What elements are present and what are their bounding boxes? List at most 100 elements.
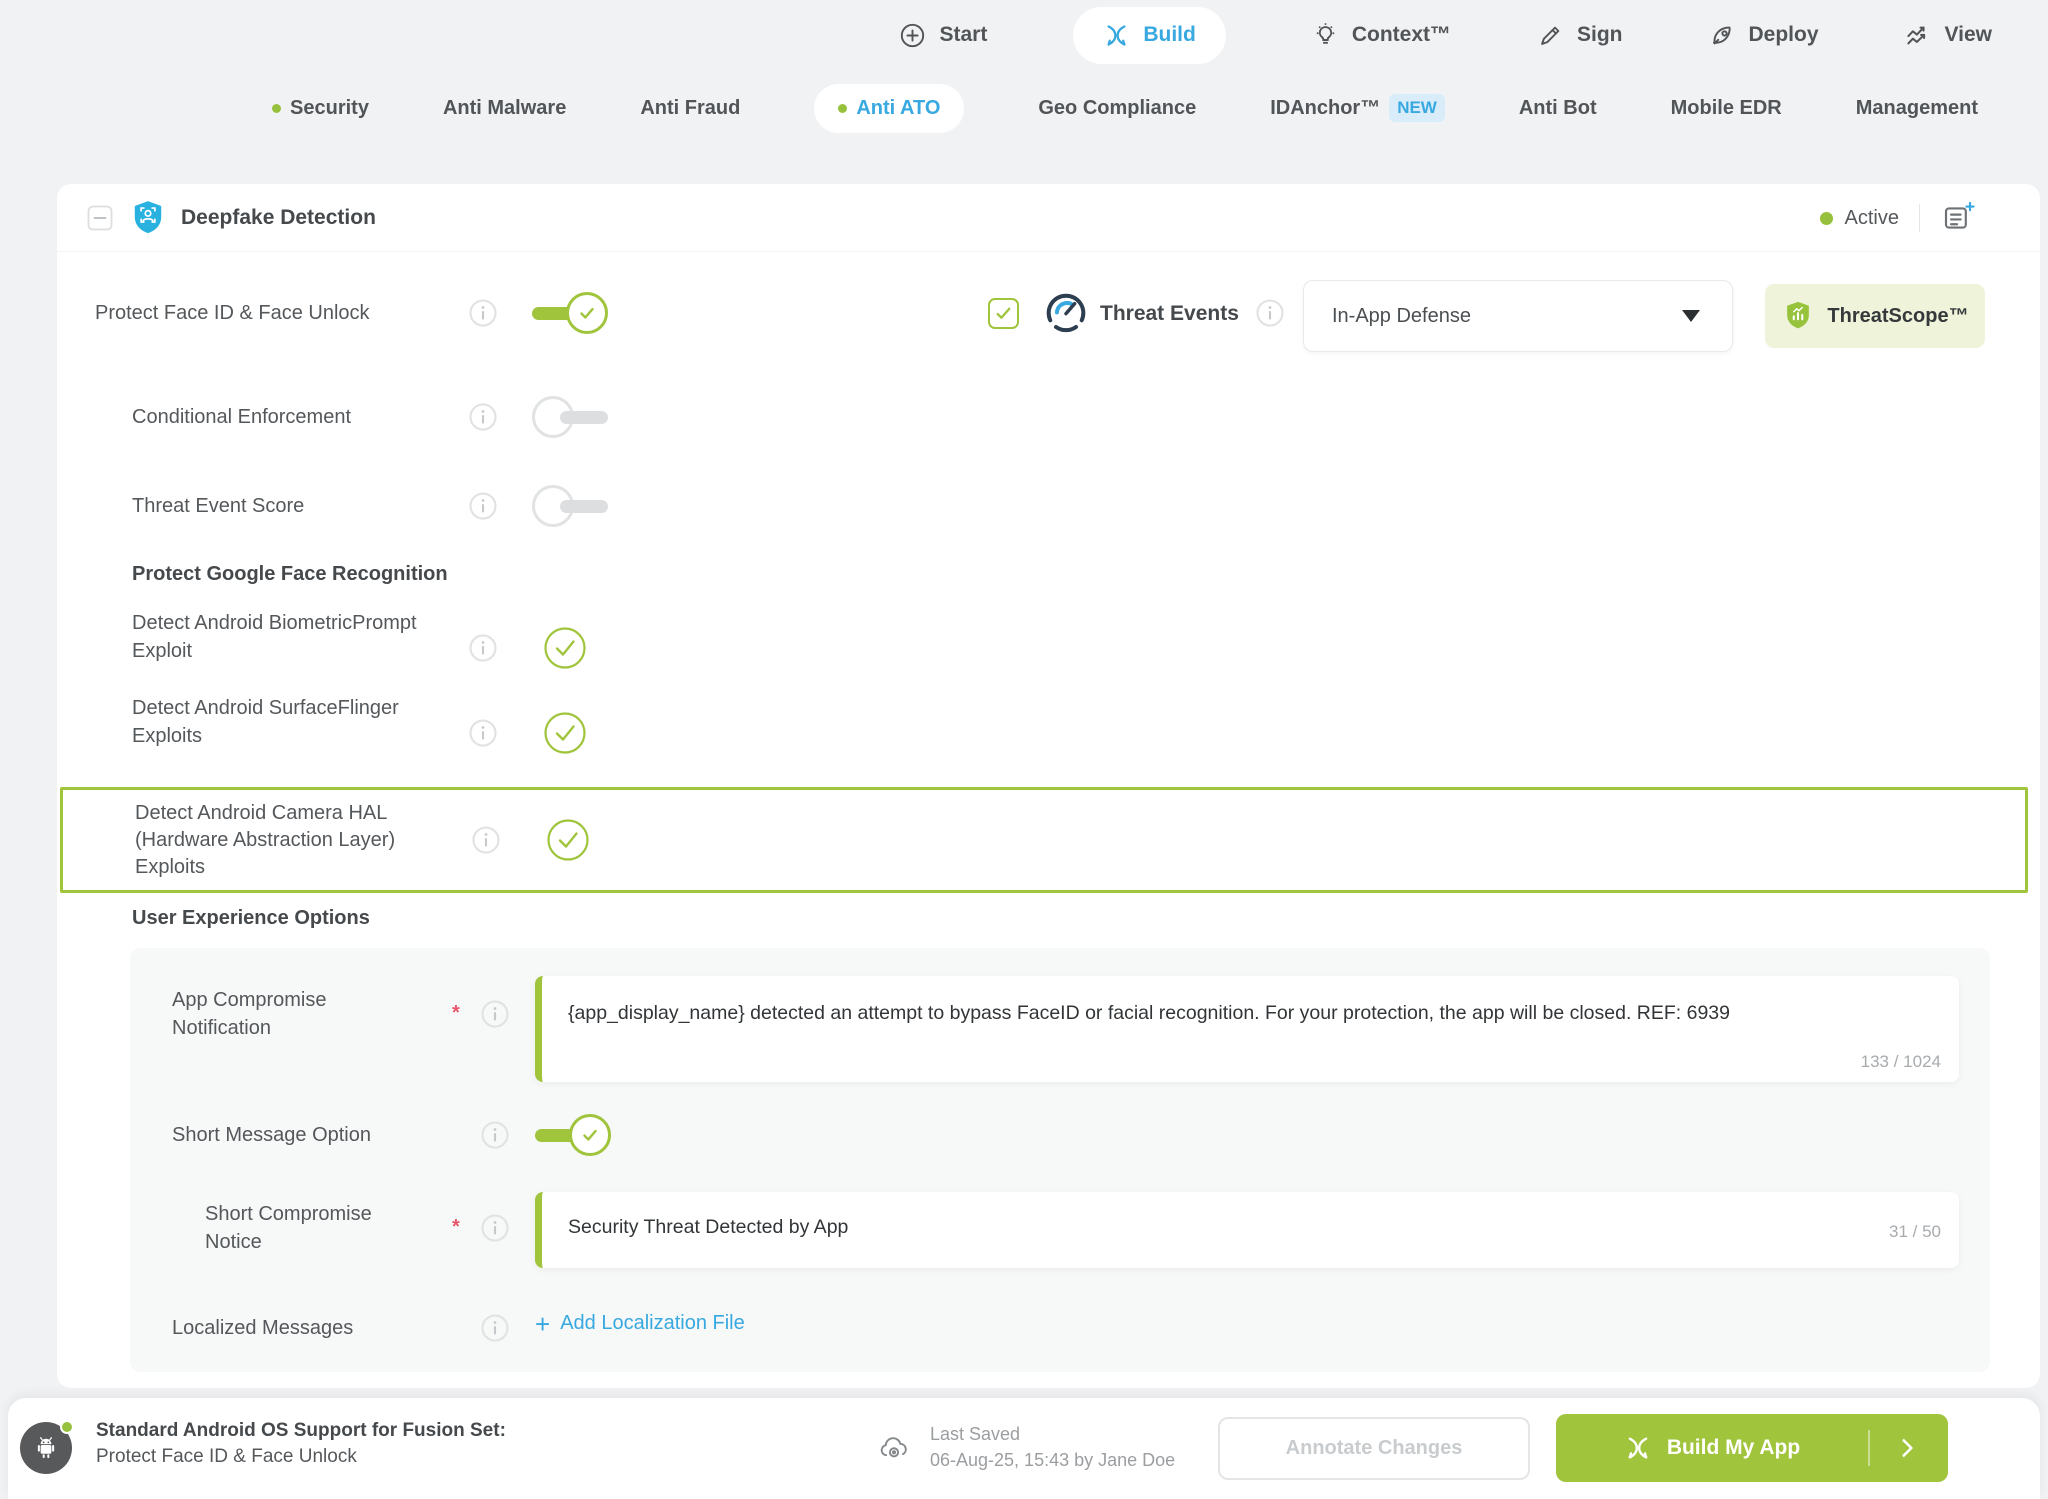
short-message-toggle[interactable] bbox=[535, 1114, 611, 1156]
app-compromise-field: {app_display_name} detected an attempt t… bbox=[535, 976, 1959, 1082]
plus-icon: + bbox=[535, 1313, 550, 1335]
nav-label: Deploy bbox=[1749, 23, 1819, 47]
detect-surfaceflinger-check[interactable] bbox=[544, 712, 586, 754]
threat-event-score-label: Threat Event Score bbox=[132, 493, 304, 520]
annotate-changes-button[interactable]: Annotate Changes bbox=[1218, 1417, 1530, 1480]
deepfake-shield-icon bbox=[129, 199, 167, 237]
char-counter: 133 / 1024 bbox=[1861, 1052, 1941, 1072]
info-icon[interactable] bbox=[468, 633, 498, 663]
divider bbox=[1919, 204, 1920, 232]
trend-icon bbox=[1905, 22, 1932, 49]
detect-camera-hal-row-highlighted: Detect Android Camera HAL (Hardware Abst… bbox=[60, 787, 2028, 893]
android-icon bbox=[31, 1433, 61, 1463]
nav-item-view[interactable]: View bbox=[1905, 22, 1992, 49]
add-note-icon[interactable] bbox=[1940, 200, 1976, 236]
nav-label: View bbox=[1945, 23, 1992, 47]
subnav-label: Anti ATO bbox=[856, 97, 940, 120]
subnav-item-anti-fraud[interactable]: Anti Fraud bbox=[640, 97, 740, 120]
detect-biometricprompt-check[interactable] bbox=[544, 627, 586, 669]
android-active-dot bbox=[60, 1420, 74, 1434]
short-compromise-field: 31 / 50 bbox=[535, 1192, 1959, 1268]
cloud-saved-icon bbox=[876, 1430, 912, 1466]
threatscope-button[interactable]: ThreatScope™ bbox=[1765, 284, 1985, 348]
new-badge: NEW bbox=[1389, 94, 1445, 122]
subnav-item-anti-bot[interactable]: Anti Bot bbox=[1519, 97, 1597, 120]
info-icon[interactable] bbox=[468, 718, 498, 748]
toggle-bar bbox=[560, 411, 608, 424]
app-compromise-textarea[interactable]: {app_display_name} detected an attempt t… bbox=[568, 1002, 1799, 1048]
subnav-label: Mobile EDR bbox=[1671, 97, 1782, 120]
char-counter: 31 / 50 bbox=[1889, 1222, 1941, 1242]
short-compromise-input[interactable] bbox=[568, 1216, 1809, 1239]
nav-label: Build bbox=[1143, 23, 1196, 47]
detect-camera-hal-label: Detect Android Camera HAL (Hardware Abst… bbox=[135, 800, 465, 881]
pen-icon bbox=[1537, 22, 1564, 49]
fusion-set-subtitle: Protect Face ID & Face Unlock bbox=[96, 1446, 357, 1468]
active-dot bbox=[272, 104, 281, 113]
info-icon[interactable] bbox=[480, 999, 510, 1029]
toggle-knob bbox=[566, 292, 608, 334]
info-icon[interactable] bbox=[480, 1120, 510, 1150]
subnav-label: Management bbox=[1856, 97, 1978, 120]
add-localization-link[interactable]: + Add Localization File bbox=[535, 1312, 745, 1335]
info-icon[interactable] bbox=[471, 825, 501, 855]
short-message-option-label: Short Message Option bbox=[172, 1122, 371, 1149]
nav-label: Context™ bbox=[1352, 23, 1451, 47]
google-face-section-header: Protect Google Face Recognition bbox=[132, 561, 448, 588]
threat-events-checkbox[interactable] bbox=[988, 298, 1019, 329]
subnav-label: Security bbox=[290, 97, 369, 120]
conditional-enforcement-label: Conditional Enforcement bbox=[132, 404, 351, 431]
nav-item-start[interactable]: Start bbox=[899, 22, 987, 49]
ux-options-panel: App Compromise Notification * {app_displ… bbox=[130, 948, 1990, 1372]
card-header-right: Active bbox=[1820, 200, 1976, 236]
info-icon[interactable] bbox=[468, 491, 498, 521]
status-dot bbox=[1820, 212, 1833, 225]
info-icon[interactable] bbox=[480, 1313, 510, 1343]
ux-section-header: User Experience Options bbox=[132, 905, 370, 932]
subnav-item-idanchor[interactable]: IDAnchor™ NEW bbox=[1270, 94, 1445, 122]
subnav-label: IDAnchor™ bbox=[1270, 97, 1380, 120]
subnav-label: Anti Bot bbox=[1519, 97, 1597, 120]
nav-item-sign[interactable]: Sign bbox=[1537, 22, 1623, 49]
chevron-down-icon bbox=[1682, 310, 1700, 322]
threatscope-label: ThreatScope™ bbox=[1827, 305, 1968, 328]
app-page: Start Build Context™ Sign Deploy View Se… bbox=[0, 0, 2048, 1499]
collapse-icon[interactable] bbox=[87, 205, 113, 231]
threat-event-score-toggle[interactable] bbox=[532, 485, 608, 527]
nav-item-context[interactable]: Context™ bbox=[1312, 22, 1451, 49]
fusion-icon bbox=[1624, 1434, 1652, 1462]
detect-camera-hal-check[interactable] bbox=[547, 819, 589, 861]
card-title: Deepfake Detection bbox=[181, 206, 376, 230]
toggle-bar bbox=[560, 500, 608, 513]
subnav-item-anti-malware[interactable]: Anti Malware bbox=[443, 97, 566, 120]
chevron-right-icon bbox=[1894, 1435, 1920, 1461]
subnav-item-geo-compliance[interactable]: Geo Compliance bbox=[1038, 97, 1196, 120]
info-icon[interactable] bbox=[468, 298, 498, 328]
info-icon[interactable] bbox=[468, 402, 498, 432]
subnav-item-mobile-edr[interactable]: Mobile EDR bbox=[1671, 97, 1782, 120]
subnav-label: Geo Compliance bbox=[1038, 97, 1196, 120]
selected-value: In-App Defense bbox=[1332, 305, 1682, 328]
subnav-item-anti-ato[interactable]: Anti ATO bbox=[814, 84, 964, 133]
primary-nav: Start Build Context™ Sign Deploy View bbox=[0, 0, 2048, 70]
threat-events-mode-select[interactable]: In-App Defense bbox=[1303, 280, 1733, 352]
info-icon[interactable] bbox=[480, 1213, 510, 1243]
secondary-nav: Security Anti Malware Anti Fraud Anti AT… bbox=[272, 78, 1978, 138]
subnav-item-management[interactable]: Management bbox=[1856, 97, 1978, 120]
subnav-item-security[interactable]: Security bbox=[272, 97, 369, 120]
card-header: Deepfake Detection Active bbox=[57, 184, 2040, 252]
short-compromise-label: Short Compromise Notice bbox=[205, 1200, 395, 1256]
build-my-app-button[interactable]: Build My App bbox=[1556, 1414, 1948, 1482]
build-footer: Standard Android OS Support for Fusion S… bbox=[8, 1398, 2040, 1499]
subnav-label: Anti Fraud bbox=[640, 97, 740, 120]
protect-faceid-toggle[interactable] bbox=[532, 292, 608, 334]
toggle-knob bbox=[569, 1114, 611, 1156]
nav-item-deploy[interactable]: Deploy bbox=[1709, 22, 1819, 49]
info-icon[interactable] bbox=[1255, 298, 1285, 328]
deepfake-detection-card: Deepfake Detection Active Protect Face I… bbox=[57, 184, 2040, 1388]
nav-item-build[interactable]: Build bbox=[1073, 7, 1226, 64]
active-dot bbox=[838, 104, 847, 113]
conditional-enforcement-toggle[interactable] bbox=[532, 396, 608, 438]
detect-biometricprompt-label: Detect Android BiometricPrompt Exploit bbox=[132, 609, 462, 665]
detect-surfaceflinger-label: Detect Android SurfaceFlinger Exploits bbox=[132, 694, 462, 750]
